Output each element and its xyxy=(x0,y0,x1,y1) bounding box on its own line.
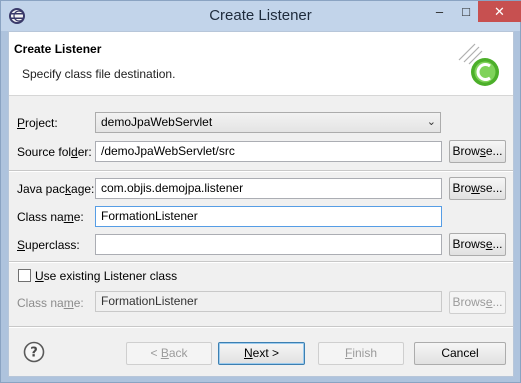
finish-button: Finish xyxy=(318,342,404,365)
separator xyxy=(9,326,513,328)
close-button[interactable]: ✕ xyxy=(478,1,521,22)
java-package-label: Java package: xyxy=(17,182,95,196)
source-folder-label: Source folder: xyxy=(17,145,92,159)
separator xyxy=(9,170,513,172)
svg-text:?: ? xyxy=(30,346,38,361)
project-select[interactable]: demoJpaWebServlet ⌄ xyxy=(95,112,441,133)
superclass-browse-button[interactable]: Browse... xyxy=(449,233,506,256)
class-name-field[interactable]: FormationListener xyxy=(95,206,442,227)
use-existing-label[interactable]: Use existing Listener class xyxy=(35,269,177,283)
use-existing-checkbox[interactable] xyxy=(18,269,31,282)
back-button: < Back xyxy=(126,342,212,365)
project-label: Project: xyxy=(17,116,58,130)
wizard-banner-icon xyxy=(458,43,499,86)
existing-class-name-field: FormationListener xyxy=(95,291,442,312)
separator xyxy=(9,261,513,263)
existing-class-browse-button: Browse... xyxy=(449,291,506,314)
class-name-label: Class name: xyxy=(17,210,84,224)
superclass-field[interactable] xyxy=(95,234,442,255)
superclass-label: Superclass: xyxy=(17,238,80,252)
header-description: Specify class file destination. xyxy=(22,67,176,81)
source-folder-field[interactable]: /demoJpaWebServlet/src xyxy=(95,141,442,162)
project-value: demoJpaWebServlet xyxy=(101,115,213,129)
next-button[interactable]: Next > xyxy=(218,342,305,365)
header-title: Create Listener xyxy=(14,42,102,56)
java-package-field[interactable]: com.objis.demojpa.listener xyxy=(95,178,442,199)
maximize-button[interactable]: □ xyxy=(453,1,479,22)
java-package-browse-button[interactable]: Browse... xyxy=(449,177,506,200)
help-icon[interactable]: ? xyxy=(23,341,45,363)
title-bar[interactable]: Create Listener – □ ✕ xyxy=(1,1,521,31)
dialog-client: Create Listener Specify class file desti… xyxy=(8,31,514,377)
wizard-header: Create Listener Specify class file desti… xyxy=(9,32,513,96)
cancel-button[interactable]: Cancel xyxy=(414,342,506,365)
source-folder-browse-button[interactable]: Browse... xyxy=(449,140,506,163)
minimize-button[interactable]: – xyxy=(426,1,453,22)
dialog-window: Create Listener – □ ✕ Create Listener Sp… xyxy=(0,0,521,383)
existing-class-name-label: Class name: xyxy=(17,296,84,310)
chevron-down-icon: ⌄ xyxy=(426,116,436,128)
